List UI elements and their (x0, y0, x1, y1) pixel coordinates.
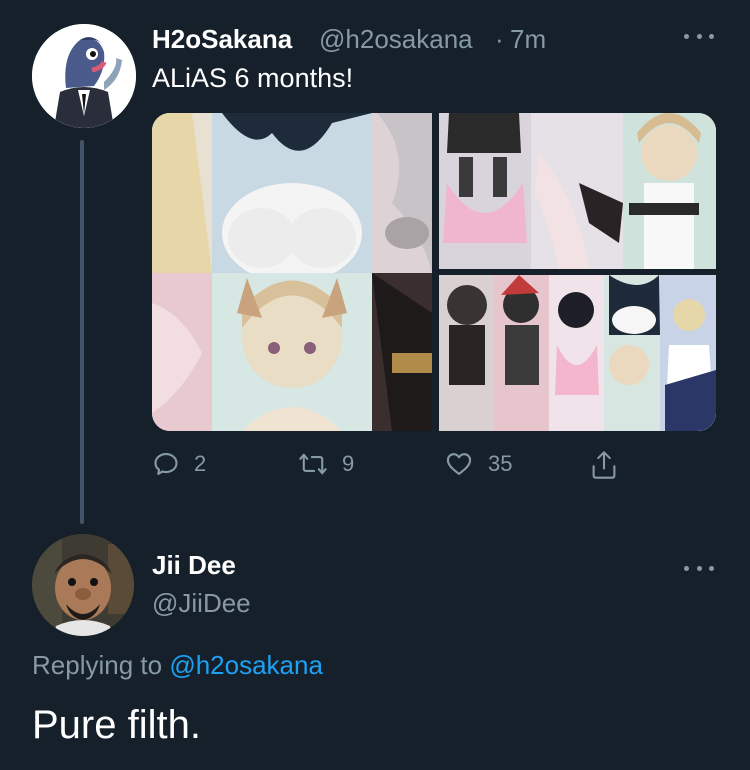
media-image-3[interactable] (439, 275, 716, 431)
more-options-icon[interactable] (684, 30, 714, 42)
reply-author-handle[interactable]: @JiiDee (152, 588, 251, 619)
heart-icon (446, 453, 472, 475)
like-button[interactable]: 35 (444, 450, 512, 478)
tweet-text: ALiAS 6 months! (152, 63, 354, 93)
media-image-1[interactable] (152, 113, 432, 431)
retweet-button[interactable]: 9 (298, 450, 354, 478)
author-handle[interactable]: @h2osakana (319, 24, 473, 55)
replying-to-label: Replying to (32, 650, 163, 680)
share-button[interactable] (590, 450, 618, 480)
media-image-2[interactable] (439, 113, 716, 269)
replying-to-line: Replying to @h2osakana (32, 650, 323, 681)
like-count: 35 (488, 451, 513, 476)
avatar-h2osakana[interactable] (32, 24, 136, 128)
reply-icon (154, 453, 178, 475)
replying-to-mention-link[interactable]: @h2osakana (169, 650, 323, 680)
reply-count: 2 (194, 451, 207, 476)
more-options-icon[interactable] (684, 562, 714, 574)
retweet-count: 9 (342, 451, 355, 476)
tweet-media-grid[interactable] (152, 113, 716, 431)
reply-button[interactable]: 2 (152, 450, 206, 478)
share-icon (592, 451, 616, 479)
tweet-timestamp[interactable]: 7m (510, 24, 546, 55)
author-display-name[interactable]: H2oSakana (152, 24, 292, 55)
thread-connector-line (80, 140, 84, 524)
retweet-icon (299, 453, 327, 475)
time-separator: · (495, 24, 504, 54)
reply-tweet-text: Pure filth. (32, 703, 201, 747)
reply-author-display-name[interactable]: Jii Dee (152, 550, 236, 581)
avatar-jiidee[interactable] (32, 534, 134, 636)
